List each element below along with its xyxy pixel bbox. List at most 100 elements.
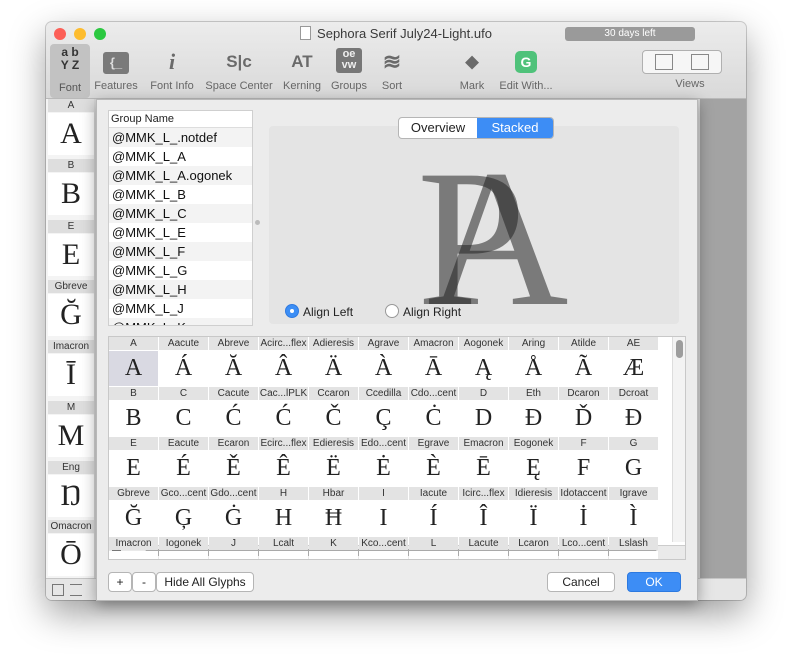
toolbar-font-button[interactable]: a bY Z Font [50,44,90,98]
group-list-item[interactable]: @MMK_L_K [109,318,252,325]
glyph-cell[interactable] [409,551,458,559]
glyph-cell[interactable]: Ć [209,401,258,436]
list-icon[interactable] [70,584,82,596]
glyph-cell[interactable]: Ë [309,451,358,486]
glyph-cell[interactable]: Ď [559,401,608,436]
glyph-cell[interactable]: Ġ [209,501,258,536]
glyph-cell[interactable]: Đ [609,401,658,436]
glyph-cell[interactable]: Æ [609,351,658,386]
grid-view-icon[interactable] [655,54,673,70]
group-list-item[interactable]: @MMK_L_A.ogonek [109,166,252,185]
bg-cell-glyph[interactable]: Ī [48,354,94,396]
toolbar-kerning-button[interactable]: AT Kerning [280,48,324,92]
group-list-item[interactable]: @MMK_L_B [109,185,252,204]
bg-cell-glyph[interactable]: Ŋ [48,475,94,517]
bg-cell-glyph[interactable]: E [48,234,94,276]
glyph-cell[interactable]: G [609,451,658,486]
glyph-cell[interactable]: Ğ [109,501,158,536]
vertical-scrollbar[interactable] [672,337,685,542]
glyph-grid[interactable]: A A Aacute Á Abreve Ă Acirc...flex Â Adieresis Ä A… [108,336,686,560]
ok-button[interactable]: OK [627,572,681,592]
group-list[interactable]: Group Name @MMK_L_.notdef @MMK_L_A @MMK_… [108,110,253,326]
bg-cell-glyph[interactable]: A [48,113,94,155]
glyph-cell[interactable]: Ç [359,401,408,436]
grid-icon[interactable] [52,584,64,596]
glyph-cell[interactable]: I [359,501,408,536]
group-list-item[interactable]: @MMK_L_A [109,147,252,166]
toolbar-groups-button[interactable]: oe vw Groups [328,48,370,92]
glyph-cell[interactable]: Î [459,501,508,536]
glyph-cell[interactable]: Ą [459,351,508,386]
split-handle[interactable] [255,220,260,225]
glyph-cell[interactable]: C [159,401,208,436]
glyph-cell[interactable]: Ē [459,451,508,486]
glyph-cell[interactable]: Ê [259,451,308,486]
align-right-radio[interactable] [385,304,399,318]
glyph-cell[interactable]: Ì [609,501,658,536]
glyph-cell[interactable]: Ä [309,351,358,386]
glyph-cell[interactable]: A [109,351,158,386]
glyph-cell[interactable]: Ě [209,451,258,486]
glyph-cell[interactable]: B [109,401,158,436]
glyph-cell[interactable] [109,551,158,559]
glyph-cell[interactable]: Ï [509,501,558,536]
glyph-cell[interactable] [459,551,508,559]
glyph-cell[interactable]: F [559,451,608,486]
glyph-cell[interactable] [209,551,258,559]
group-list-item[interactable]: @MMK_L_C [109,204,252,223]
preview-mode-control[interactable]: Overview Stacked [398,117,554,139]
scroll-thumb[interactable] [676,340,683,358]
toolbar-features-button[interactable]: {_ Features [94,48,138,92]
glyph-cell[interactable]: Č [309,401,358,436]
glyph-cell[interactable] [609,551,658,559]
glyph-cell[interactable] [309,551,358,559]
toolbar-font-info-button[interactable]: i Font Info [146,48,198,92]
glyph-cell[interactable]: D [459,401,508,436]
cancel-button[interactable]: Cancel [547,572,615,592]
glyph-cell[interactable]: Ę [509,451,558,486]
glyph-cell[interactable]: À [359,351,408,386]
remove-group-button[interactable]: - [132,572,156,592]
toolbar-sort-button[interactable]: ≋ Sort [374,48,410,92]
glyph-cell[interactable] [159,551,208,559]
group-list-item[interactable]: @MMK_L_H [109,280,252,299]
glyph-cell[interactable] [559,551,608,559]
glyph-cell[interactable]: Í [409,501,458,536]
glyph-cell[interactable]: Á [159,351,208,386]
bg-cell-glyph[interactable]: M [48,415,94,457]
glyph-cell[interactable]: Ă [209,351,258,386]
glyph-cell[interactable]: H [259,501,308,536]
glyph-cell[interactable]: É [159,451,208,486]
bg-cell-glyph[interactable]: Ō [48,534,94,576]
glyph-cell[interactable] [509,551,558,559]
toolbar-space-center-button[interactable]: S|c Space Center [202,48,276,92]
glyph-cell[interactable] [259,551,308,559]
toolbar-mark-button[interactable]: ◆ Mark [454,48,490,92]
glyph-cell[interactable]: Ð [509,401,558,436]
glyph-cell[interactable]: Ã [559,351,608,386]
group-list-item[interactable]: @MMK_L_F [109,242,252,261]
glyph-cell[interactable]: Ā [409,351,458,386]
glyph-cell[interactable]: Ģ [159,501,208,536]
hide-all-glyphs-button[interactable]: Hide All Glyphs [156,572,254,592]
glyph-cell[interactable]: Ċ [409,401,458,436]
group-list-item[interactable]: @MMK_L_.notdef [109,128,252,147]
glyph-cell[interactable]: Å [509,351,558,386]
tab-overview[interactable]: Overview [399,118,477,138]
glyph-cell[interactable] [359,551,408,559]
group-list-item[interactable]: @MMK_L_G [109,261,252,280]
glyph-cell[interactable]: İ [559,501,608,536]
glyph-cell[interactable]: Ć [259,401,308,436]
add-group-button[interactable]: + [108,572,132,592]
bg-cell-glyph[interactable]: B [48,173,94,215]
tab-stacked[interactable]: Stacked [477,118,553,138]
glyph-cell[interactable]: Ė [359,451,408,486]
align-left-radio[interactable] [285,304,299,318]
views-segmented-control[interactable] [642,50,722,74]
toolbar-edit-with-button[interactable]: G Edit With... [494,48,558,92]
group-list-item[interactable]: @MMK_L_J [109,299,252,318]
glyph-cell[interactable]: E [109,451,158,486]
bg-cell-glyph[interactable]: Ğ [48,294,94,336]
group-list-item[interactable]: @MMK_L_E [109,223,252,242]
glyph-cell[interactable]: È [409,451,458,486]
